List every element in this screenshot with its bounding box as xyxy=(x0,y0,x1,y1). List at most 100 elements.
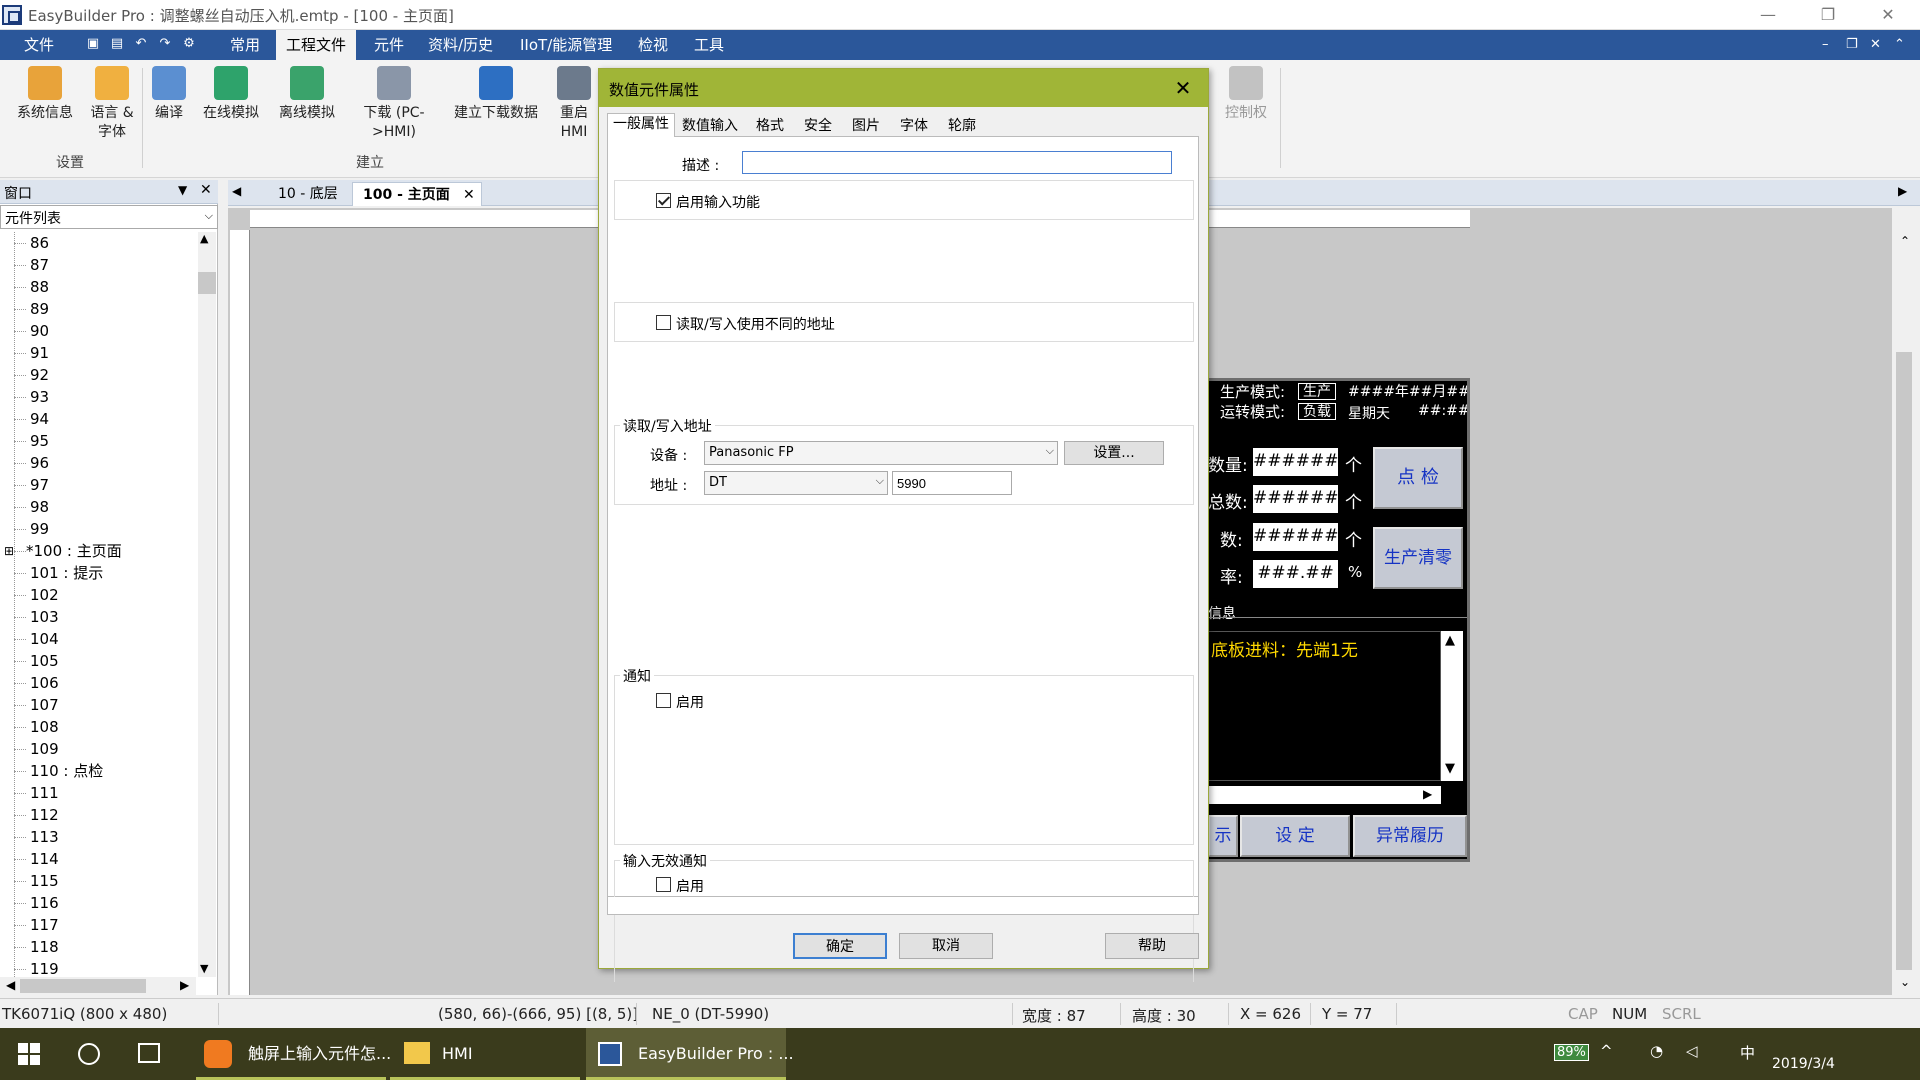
offline-sim-button[interactable]: 离线模拟 xyxy=(272,66,342,123)
tree-vertical-scrollbar[interactable]: ▲ ▼ xyxy=(198,232,216,977)
tab-base-window[interactable]: 10 - 底层 xyxy=(268,182,348,206)
scroll-up-icon[interactable]: ▲ xyxy=(1445,633,1455,648)
battery-indicator[interactable]: 89% xyxy=(1554,1044,1589,1061)
invalid-input-enable-checkbox[interactable] xyxy=(656,877,671,892)
tree-item[interactable]: 95 xyxy=(30,430,49,452)
menu-common[interactable]: 常用 xyxy=(220,30,270,60)
minimize-icon[interactable]: — xyxy=(1740,0,1796,30)
undo-icon[interactable]: ↶ xyxy=(134,37,148,51)
count-numeric-display[interactable]: ####### xyxy=(1253,523,1353,551)
tree-item[interactable]: 93 xyxy=(30,386,49,408)
tree-item[interactable]: 119 xyxy=(30,958,59,977)
mdi-minimize-icon[interactable]: – xyxy=(1822,37,1829,52)
control-button[interactable]: 控制权 xyxy=(1218,66,1274,123)
scroll-thumb[interactable] xyxy=(20,979,146,993)
taskbar-app-easybuilder[interactable]: EasyBuilder Pro : ... xyxy=(586,1028,794,1080)
tree-item[interactable]: 113 xyxy=(30,826,59,848)
taskbar-date[interactable]: 2019/3/4 xyxy=(1772,1056,1835,1072)
tab-scroll-left-icon[interactable]: ◀ xyxy=(232,184,241,198)
mdi-restore-icon[interactable]: ❐ xyxy=(1846,37,1858,52)
tree-item[interactable]: 101 : 提示 xyxy=(30,562,103,584)
notification-enable-checkbox[interactable] xyxy=(656,693,671,708)
address-type-select[interactable]: DT ⌵ xyxy=(704,471,888,495)
scroll-right-icon[interactable]: ▶ xyxy=(1423,787,1432,801)
tree-item[interactable]: 86 xyxy=(30,232,49,254)
tab-picture[interactable]: 图片 xyxy=(847,116,885,137)
scroll-thumb[interactable] xyxy=(198,272,216,294)
description-input[interactable] xyxy=(742,151,1172,174)
scroll-up-icon[interactable]: ▲ xyxy=(200,232,208,245)
rate-numeric-display[interactable]: ###.## xyxy=(1253,560,1338,588)
scroll-thumb[interactable] xyxy=(1896,352,1912,970)
save-all-icon[interactable]: ▤ xyxy=(110,37,124,51)
task-view-icon[interactable] xyxy=(138,1043,160,1063)
redo-icon[interactable]: ↷ xyxy=(158,37,172,51)
device-setup-button[interactable]: 设置... xyxy=(1064,441,1164,465)
tree-item[interactable]: 110 : 点检 xyxy=(30,760,103,782)
tree-item[interactable]: 109 xyxy=(30,738,59,760)
tree-item[interactable]: 107 xyxy=(30,694,59,716)
ok-button[interactable]: 确定 xyxy=(793,933,887,959)
tree-item[interactable]: 114 xyxy=(30,848,59,870)
tree-item[interactable]: 94 xyxy=(30,408,49,430)
restart-hmi-button[interactable]: 重启 HMI xyxy=(552,66,596,142)
tree-item[interactable]: 88 xyxy=(30,276,49,298)
tab-format[interactable]: 格式 xyxy=(751,116,789,137)
scroll-left-icon[interactable]: ◀ xyxy=(6,978,15,992)
language-font-button[interactable]: 语言 & 字体 xyxy=(84,66,140,142)
network-icon[interactable]: ◔ xyxy=(1650,1042,1663,1060)
save-icon[interactable]: ▣ xyxy=(86,37,100,51)
expand-icon[interactable]: ⊞ xyxy=(4,540,15,562)
tab-font[interactable]: 字体 xyxy=(895,116,933,137)
online-sim-button[interactable]: 在线模拟 xyxy=(196,66,266,123)
tree-horizontal-scrollbar[interactable]: ◀ ▶ xyxy=(0,977,196,995)
tree-item[interactable]: 106 xyxy=(30,672,59,694)
menu-project[interactable]: 工程文件 xyxy=(276,30,357,60)
tree-item[interactable]: 87 xyxy=(30,254,49,276)
list-type-select[interactable]: 元件列表 ⌵ xyxy=(0,205,218,229)
scroll-down-icon[interactable]: ▼ xyxy=(1445,761,1455,776)
message-hscrollbar[interactable]: ▶ xyxy=(1208,786,1441,804)
tree-item[interactable]: ⊞ *100 : 主页面 xyxy=(4,540,122,562)
windows-start-icon[interactable] xyxy=(18,1043,40,1065)
tree-item[interactable]: 104 xyxy=(30,628,59,650)
help-button[interactable]: 帮助 xyxy=(1105,933,1199,959)
tab-general[interactable]: 一般属性 xyxy=(607,113,675,138)
menu-tools[interactable]: 工具 xyxy=(684,30,734,60)
reset-production-button[interactable]: 生产清零 xyxy=(1373,527,1463,589)
diff-address-checkbox[interactable] xyxy=(656,315,671,330)
tree-item[interactable]: 99 xyxy=(30,518,49,540)
tree-item[interactable]: 108 xyxy=(30,716,59,738)
panel-close-icon[interactable]: ✕ xyxy=(200,182,212,198)
tab-security[interactable]: 安全 xyxy=(799,116,837,137)
tree-item[interactable]: 105 xyxy=(30,650,59,672)
message-scrollbar[interactable]: ▲ ▼ xyxy=(1441,631,1463,781)
scroll-right-icon[interactable]: ▶ xyxy=(180,978,189,992)
tree-item[interactable]: 91 xyxy=(30,342,49,364)
tree-item[interactable]: 117 xyxy=(30,914,59,936)
scroll-up-icon[interactable]: ⌃ xyxy=(1900,234,1910,248)
taskbar-app-browser[interactable]: 触屏上输入元件怎... xyxy=(196,1028,391,1080)
tree-item[interactable]: 96 xyxy=(30,452,49,474)
tree-item[interactable]: 115 xyxy=(30,870,59,892)
scroll-down-icon[interactable]: ⌄ xyxy=(1900,975,1910,989)
menu-file[interactable]: 文件 xyxy=(14,30,64,60)
tree-item[interactable]: 89 xyxy=(30,298,49,320)
menu-view[interactable]: 检视 xyxy=(628,30,678,60)
mdi-close-icon[interactable]: ✕ xyxy=(1870,37,1881,52)
tab-profile[interactable]: 轮廓 xyxy=(943,116,981,137)
cancel-button[interactable]: 取消 xyxy=(899,933,993,959)
nav-partial-button[interactable]: 示 xyxy=(1208,815,1238,857)
tree-item[interactable]: 90 xyxy=(30,320,49,342)
menu-iiot[interactable]: IIoT/能源管理 xyxy=(510,30,622,60)
hmi-screen-preview[interactable]: 生产模式: 生产 运转模式: 负载 ####年##月##日 星期天 ##:## … xyxy=(1205,378,1470,862)
compile-button[interactable]: 编译 xyxy=(146,66,192,123)
search-icon[interactable] xyxy=(78,1043,100,1065)
menu-data-history[interactable]: 资料/历史 xyxy=(418,30,503,60)
address-input[interactable] xyxy=(892,471,1012,495)
tree-item[interactable]: 97 xyxy=(30,474,49,496)
ribbon-collapse-icon[interactable]: ⌃ xyxy=(1894,37,1905,52)
restore-icon[interactable]: ❐ xyxy=(1800,0,1856,30)
build-download-button[interactable]: 建立下载数据 xyxy=(444,66,548,123)
tree-item[interactable]: 112 xyxy=(30,804,59,826)
